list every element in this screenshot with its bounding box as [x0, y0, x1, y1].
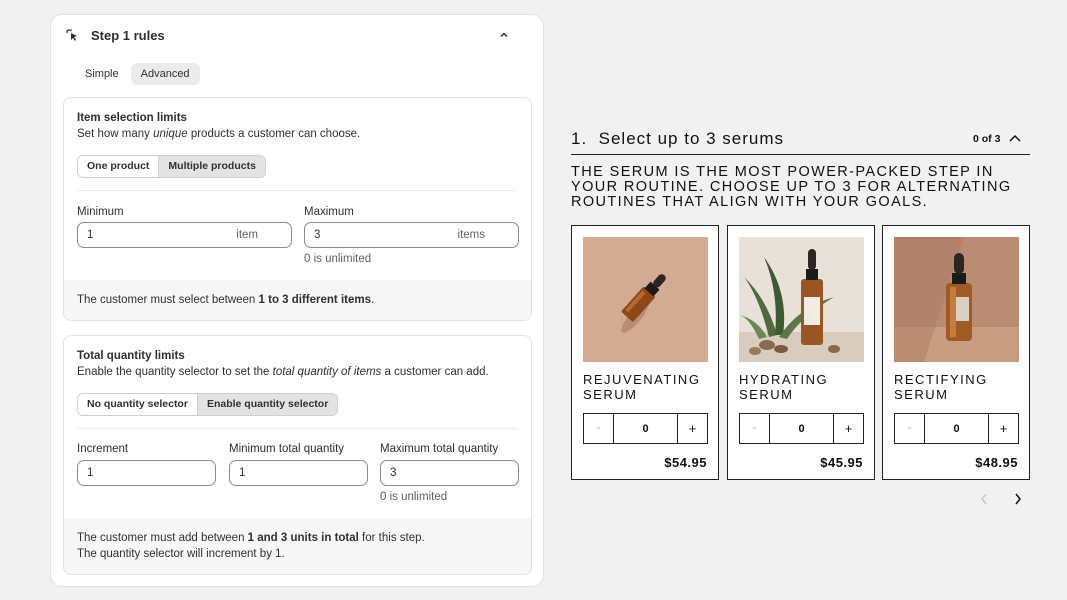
product-image [739, 237, 864, 362]
maximum-total-field [380, 460, 519, 486]
minimum-total-label: Minimum total quantity [229, 443, 345, 455]
quantity-limits-summary: The customer must add between 1 and 3 un… [64, 518, 531, 574]
one-product-button[interactable]: One product [78, 156, 159, 177]
increment-button[interactable]: + [678, 414, 707, 443]
quantity-limits-description: Enable the quantity selector to set the … [77, 366, 489, 378]
step-description: The serum is the most power-packed step … [571, 164, 1012, 210]
product-price: $48.95 [975, 455, 1018, 470]
maximum-total-input[interactable] [390, 461, 473, 485]
maximum-input[interactable] [314, 223, 442, 247]
maximum-label: Maximum [304, 206, 354, 218]
decrement-button[interactable]: - [895, 414, 925, 443]
chevron-up-icon[interactable] [497, 28, 511, 42]
maximum-field: items [304, 222, 519, 248]
cursor-click-icon [66, 29, 77, 41]
quantity-input[interactable] [770, 414, 834, 443]
product-image [894, 237, 1019, 362]
chevron-up-icon[interactable] [1008, 132, 1022, 144]
minimum-label: Minimum [77, 206, 124, 218]
selection-count: 0 of 3 [973, 133, 1001, 145]
panel-header: Step 1 rules [51, 15, 543, 55]
minimum-total-field [229, 460, 368, 486]
increment-label: Increment [77, 443, 129, 455]
quantity-input[interactable] [614, 414, 678, 443]
total-quantity-card: Total quantity limits Enable the quantit… [63, 335, 532, 575]
chevron-left-icon[interactable] [977, 491, 991, 507]
product-name: Hydrating Serum [739, 372, 829, 402]
quantity-limits-heading: Total quantity limits [77, 350, 185, 362]
quantity-stepper: - + [894, 413, 1019, 444]
quantity-input[interactable] [925, 414, 989, 443]
decrement-button[interactable]: - [740, 414, 770, 443]
increment-button[interactable]: + [989, 414, 1018, 443]
no-quantity-selector-button[interactable]: No quantity selector [78, 394, 197, 415]
increment-button[interactable]: + [834, 414, 863, 443]
maximum-suffix: items [457, 229, 485, 241]
product-price: $45.95 [820, 455, 863, 470]
quantity-stepper: - + [583, 413, 708, 444]
product-price: $54.95 [664, 455, 707, 470]
step-title: 1. Select up to 3 serums [571, 129, 785, 148]
chevron-right-icon[interactable] [1011, 491, 1025, 507]
mode-tabs: Simple Advanced [75, 63, 200, 85]
product-card: Rectifying Serum - + $48.95 [882, 225, 1030, 480]
increment-input[interactable] [87, 461, 170, 485]
item-limits-description: Set how many unique products a customer … [77, 128, 361, 140]
maximum-total-help-text: 0 is unlimited [380, 491, 448, 503]
enable-quantity-selector-button[interactable]: Enable quantity selector [196, 394, 338, 415]
quantity-selector-toggle: No quantity selector Enable quantity sel… [77, 393, 339, 416]
product-name: Rectifying Serum [894, 372, 988, 402]
product-mode-toggle: One product Multiple products [77, 155, 266, 178]
item-selection-card: Item selection limits Set how many uniqu… [63, 97, 532, 321]
tab-advanced[interactable]: Advanced [130, 63, 200, 85]
step-rules-panel: Step 1 rules Simple Advanced Item select… [50, 14, 544, 587]
divider [77, 190, 518, 191]
step-header: 1. Select up to 3 serums 0 of 3 [571, 129, 1030, 155]
maximum-help-text: 0 is unlimited [304, 253, 372, 265]
quantity-summary-line-2: The quantity selector will increment by … [77, 548, 285, 560]
minimum-total-input[interactable] [239, 461, 322, 485]
minimum-input[interactable] [87, 223, 215, 247]
decrement-button[interactable]: - [584, 414, 614, 443]
product-image [583, 237, 708, 362]
item-limits-summary-text: The customer must select between 1 to 3 … [77, 294, 375, 306]
multiple-products-button[interactable]: Multiple products [158, 156, 265, 177]
item-limits-heading: Item selection limits [77, 112, 187, 124]
minimum-field: item [77, 222, 292, 248]
minimum-suffix: item [236, 229, 258, 241]
product-card: Rejuvenating Serum - + $54.95 [571, 225, 719, 480]
quantity-stepper: - + [739, 413, 864, 444]
panel-title: Step 1 rules [91, 28, 165, 43]
increment-field [77, 460, 216, 486]
product-card: Hydrating Serum - + $45.95 [727, 225, 875, 480]
maximum-total-label: Maximum total quantity [380, 443, 499, 455]
quantity-summary-line-1: The customer must add between 1 and 3 un… [77, 532, 425, 544]
tab-simple[interactable]: Simple [75, 63, 129, 85]
item-limits-summary: The customer must select between 1 to 3 … [64, 280, 531, 320]
product-name: Rejuvenating Serum [583, 372, 701, 402]
divider [77, 428, 518, 429]
